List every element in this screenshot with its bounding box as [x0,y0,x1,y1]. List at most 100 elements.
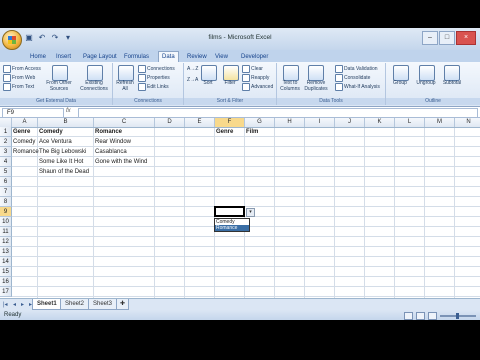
column-header-g[interactable]: G [245,118,275,127]
column-header-n[interactable]: N [455,118,480,127]
sort-label[interactable]: Sort [198,80,218,86]
page-break-view-icon[interactable] [428,312,437,320]
column-header-i[interactable]: I [305,118,335,127]
column-header-l[interactable]: L [395,118,425,127]
sheet-tab-sheet3[interactable]: Sheet3 [88,299,118,310]
what-if-button[interactable]: What-If Analysis [335,83,380,91]
cell-c2[interactable]: Rear Window [94,137,155,147]
subtotal-icon[interactable] [444,65,460,81]
cell-b2[interactable]: Ace Ventura [38,137,94,147]
row-header-15[interactable]: 15 [0,267,12,277]
connections-button[interactable]: Connections [138,65,175,73]
first-sheet-icon[interactable]: |◂ [3,301,8,308]
cell-b5[interactable]: Shaun of the Dead [38,167,94,177]
close-button[interactable]: × [456,31,476,45]
from-text-button[interactable]: From Text [3,83,34,91]
row-header-9[interactable]: 9 [0,207,12,217]
cell-b1[interactable]: Comedy [38,127,94,137]
tab-formulas[interactable]: Formulas [124,52,149,62]
select-all-corner[interactable] [0,118,12,127]
existing-connections-label[interactable]: Existing Connections [78,80,110,92]
cell-a2[interactable]: Comedy [12,137,38,147]
row-header-14[interactable]: 14 [0,257,12,267]
row-header-10[interactable]: 10 [0,217,12,227]
data-validation-button[interactable]: Data Validation [335,65,378,73]
insert-sheet-icon[interactable]: ✚ [116,299,130,310]
column-header-j[interactable]: J [335,118,365,127]
sort-az-button[interactable]: A→Z [187,66,198,72]
formula-input[interactable] [78,108,478,118]
tab-insert[interactable]: Insert [56,52,71,62]
group-icon[interactable] [393,65,409,81]
other-sources-icon[interactable] [52,65,68,81]
row-header-1[interactable]: 1 [0,127,12,137]
column-header-m[interactable]: M [425,118,455,127]
tab-home[interactable]: Home [30,52,46,62]
column-header-d[interactable]: D [155,118,185,127]
zoom-thumb[interactable] [456,313,459,319]
text-to-columns-label[interactable]: Text to Columns [277,80,303,92]
group-label-btn[interactable]: Group [388,80,412,86]
row-header-6[interactable]: 6 [0,177,12,187]
row-header-8[interactable]: 8 [0,197,12,207]
advanced-button[interactable]: Advanced [242,83,273,91]
remove-duplicates-label[interactable]: Remove Duplicates [301,80,331,92]
filter-icon[interactable] [223,65,239,81]
ungroup-icon[interactable] [419,65,435,81]
ungroup-label[interactable]: Ungroup [413,80,439,86]
refresh-icon[interactable] [118,65,134,81]
cell-b4[interactable]: Some Like It Hot [38,157,94,167]
fx-icon[interactable]: fx [66,108,71,114]
filter-label[interactable]: Filter [220,80,240,86]
row-header-5[interactable]: 5 [0,167,12,177]
column-header-k[interactable]: K [365,118,395,127]
row-header-7[interactable]: 7 [0,187,12,197]
next-sheet-icon[interactable]: ▸ [21,301,24,308]
row-header-17[interactable]: 17 [0,287,12,297]
subtotal-label[interactable]: Subtotal [439,80,465,86]
column-header-a[interactable]: A [12,118,38,127]
column-header-h[interactable]: H [275,118,305,127]
row-header-11[interactable]: 11 [0,227,12,237]
from-web-button[interactable]: From Web [3,74,35,82]
edit-links-button[interactable]: Edit Links [138,83,169,91]
cell-a3[interactable]: Romance [12,147,39,157]
column-header-f[interactable]: F [215,118,245,127]
column-header-c[interactable]: C [94,118,155,127]
remove-duplicates-icon[interactable] [308,65,324,81]
sheet-tab-sheet2[interactable]: Sheet2 [60,299,90,310]
page-layout-view-icon[interactable] [416,312,425,320]
sort-icon[interactable] [201,65,217,81]
name-box[interactable]: F9 [2,108,64,118]
column-header-e[interactable]: E [185,118,215,127]
row-header-12[interactable]: 12 [0,237,12,247]
dropdown-arrow-icon[interactable]: ▾ [246,208,255,217]
tab-review[interactable]: Review [187,52,207,62]
clear-button[interactable]: Clear [242,65,263,73]
maximize-button[interactable]: □ [439,31,455,45]
zoom-slider[interactable] [440,313,476,319]
existing-connections-icon[interactable] [87,65,103,81]
cell-b3[interactable]: The Big Lebowski [38,147,94,157]
tab-developer[interactable]: Developer [241,52,268,62]
cell-c3[interactable]: Casablanca [94,147,155,157]
tab-view[interactable]: View [215,52,228,62]
tab-page-layout[interactable]: Page Layout [83,52,117,62]
prev-sheet-icon[interactable]: ◂ [13,301,16,308]
column-header-b[interactable]: B [38,118,94,127]
reapply-button[interactable]: Reapply [242,74,269,82]
cell-g1[interactable]: Film [245,127,275,137]
active-cell-f9[interactable] [214,206,245,217]
properties-button[interactable]: Properties [138,74,170,82]
refresh-all-label[interactable]: Refresh All [113,80,137,92]
cell-f1[interactable]: Genre [215,127,245,137]
cell-c4[interactable]: Gone with the Wind [94,157,155,167]
minimize-button[interactable]: – [422,31,438,45]
text-to-columns-icon[interactable] [283,65,299,81]
row-header-16[interactable]: 16 [0,277,12,287]
sort-za-button[interactable]: Z→A [187,77,198,83]
worksheet-grid[interactable]: ABCDEFGHIJKLMN 1 2 3 4 5 6 7 8 9 10 11 12 13 14 15 16 17… [0,118,480,298]
cell-c1[interactable]: Romance [94,127,155,137]
consolidate-button[interactable]: Consolidate [335,74,370,82]
cell-a1[interactable]: Genre [12,127,38,137]
